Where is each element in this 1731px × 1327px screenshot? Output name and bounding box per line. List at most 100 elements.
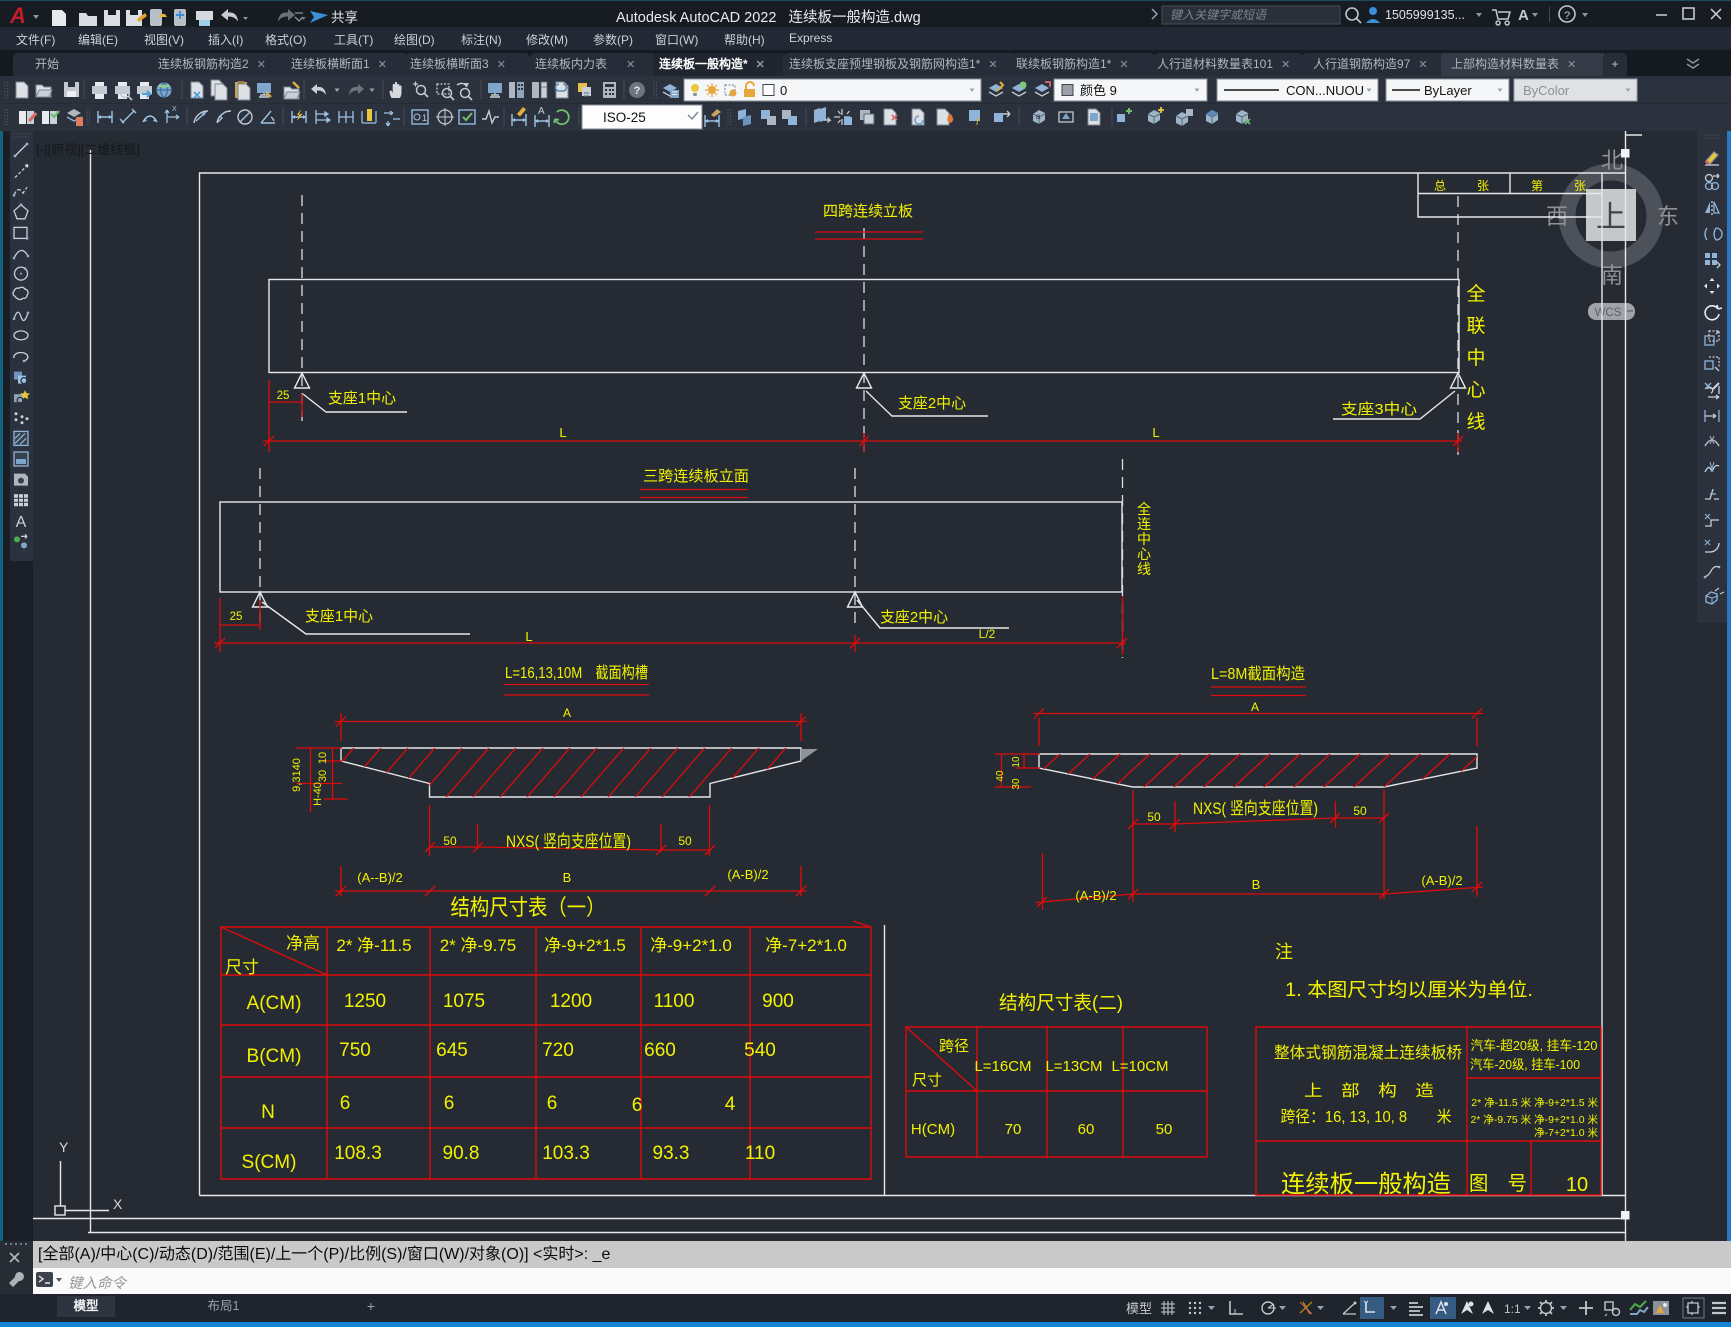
svg-text:N: N xyxy=(261,1102,275,1123)
svg-text:(A-B)/2: (A-B)/2 xyxy=(1075,888,1116,903)
svg-text:心: 心 xyxy=(1137,546,1151,562)
svg-text:S(CM): S(CM) xyxy=(242,1152,297,1173)
svg-text:ByColor: ByColor xyxy=(1523,83,1570,98)
svg-text:张: 张 xyxy=(1574,179,1586,193)
svg-text:A: A xyxy=(538,106,545,117)
svg-text:注: 注 xyxy=(1275,942,1293,962)
svg-text:720: 720 xyxy=(542,1040,574,1061)
svg-text:心: 心 xyxy=(1466,380,1485,401)
svg-text:1075: 1075 xyxy=(443,991,485,1012)
svg-text:汽车-超20级, 挂车-120: 汽车-超20级, 挂车-120 xyxy=(1471,1038,1598,1053)
svg-text:H-40: H-40 xyxy=(312,782,324,806)
svg-text:1250: 1250 xyxy=(344,991,386,1012)
svg-text:L: L xyxy=(525,629,532,644)
svg-text:2* 净-11.5: 2* 净-11.5 xyxy=(336,936,411,955)
svg-text:?: ? xyxy=(1564,10,1570,22)
svg-text:结构尺寸表(二): 结构尺寸表(二) xyxy=(999,992,1123,1014)
svg-text:尺寸: 尺寸 xyxy=(225,958,259,977)
svg-text:1200: 1200 xyxy=(550,991,592,1012)
svg-text:支座2中心: 支座2中心 xyxy=(898,395,966,412)
svg-text:30: 30 xyxy=(317,770,329,782)
svg-text:A: A xyxy=(1251,700,1259,714)
svg-text:跨径：16, 13, 10, 8 米: 跨径：16, 13, 10, 8 米 xyxy=(1281,1108,1452,1126)
svg-text:60: 60 xyxy=(1078,1121,1095,1138)
svg-text:支座2中心: 支座2中心 xyxy=(880,609,948,626)
svg-text:540: 540 xyxy=(744,1040,776,1061)
svg-text:L=8M截面构造: L=8M截面构造 xyxy=(1211,665,1305,683)
svg-text:图 号: 图 号 xyxy=(1469,1173,1527,1195)
svg-text:总: 总 xyxy=(1434,179,1446,193)
svg-text:93.3: 93.3 xyxy=(653,1143,690,1164)
svg-text:A: A xyxy=(16,514,27,531)
svg-text:B(CM): B(CM) xyxy=(247,1046,302,1067)
svg-text:中: 中 xyxy=(1466,347,1485,369)
svg-text:支座1中心: 支座1中心 xyxy=(305,608,373,625)
svg-text:1: 1 xyxy=(422,113,427,123)
svg-text:10: 10 xyxy=(317,752,329,764)
svg-text:H(CM): H(CM) xyxy=(911,1121,955,1138)
svg-text:模型: 模型 xyxy=(1126,1301,1152,1316)
svg-text:上 部 构 造: 上 部 构 造 xyxy=(1304,1082,1434,1100)
svg-text:750: 750 xyxy=(339,1040,371,1061)
svg-text:A: A xyxy=(1518,7,1529,24)
svg-text:10: 10 xyxy=(1566,1174,1588,1196)
svg-text:净-9+2*1.0: 净-9+2*1.0 xyxy=(650,936,732,955)
svg-text:4: 4 xyxy=(725,1094,736,1115)
svg-text:2* 净-11.5 米 净-9+2*1.5 米: 2* 净-11.5 米 净-9+2*1.5 米 xyxy=(1471,1096,1598,1109)
svg-text:净高: 净高 xyxy=(286,934,320,953)
svg-text:ByLayer: ByLayer xyxy=(1424,83,1472,98)
svg-text:东: 东 xyxy=(1657,204,1679,229)
svg-text:ISO-25: ISO-25 xyxy=(603,110,646,125)
svg-text:汽车-20级, 挂车-100: 汽车-20级, 挂车-100 xyxy=(1470,1057,1580,1072)
svg-text:净-7+2*1.0: 净-7+2*1.0 xyxy=(765,936,847,955)
svg-text:X: X xyxy=(172,106,177,113)
svg-text:张: 张 xyxy=(1477,179,1489,193)
svg-text:40: 40 xyxy=(995,770,1006,782)
svg-text:6: 6 xyxy=(444,1093,455,1114)
svg-text:6: 6 xyxy=(340,1093,351,1114)
svg-text:A: A xyxy=(9,3,26,28)
svg-text:2* 净-9.75: 2* 净-9.75 xyxy=(440,936,517,955)
svg-text:连续板一般构造: 连续板一般构造 xyxy=(1281,1171,1451,1198)
svg-text:70: 70 xyxy=(1005,1121,1022,1138)
svg-text:X: X xyxy=(113,1196,123,1212)
svg-text:第: 第 xyxy=(1531,179,1543,193)
svg-text:CON...NUOU: CON...NUOU xyxy=(1286,83,1364,98)
svg-text:50: 50 xyxy=(678,834,692,848)
svg-text:A: A xyxy=(563,706,571,720)
svg-text:10: 10 xyxy=(1011,756,1022,768)
svg-text:L/2: L/2 xyxy=(979,627,996,641)
svg-text:净-7+2*1.0 米: 净-7+2*1.0 米 xyxy=(1534,1126,1598,1139)
svg-text:NXS( 竖向支座位置): NXS( 竖向支座位置) xyxy=(506,832,631,851)
svg-text:北: 北 xyxy=(1601,148,1623,173)
svg-text:L: L xyxy=(1152,425,1159,440)
svg-text:Y: Y xyxy=(59,1139,69,1155)
svg-text:6: 6 xyxy=(632,1095,643,1116)
svg-text:(A-B)/2: (A-B)/2 xyxy=(727,867,768,882)
svg-text:L=16CM: L=16CM xyxy=(974,1058,1031,1075)
svg-text:支座3中心: 支座3中心 xyxy=(1341,401,1417,418)
svg-text:2* 净-9.75 米 净-9+2*1.0 米: 2* 净-9.75 米 净-9+2*1.0 米 xyxy=(1470,1113,1598,1126)
svg-text:(A-B)/2: (A-B)/2 xyxy=(1421,873,1462,888)
svg-text:连: 连 xyxy=(1137,516,1151,532)
svg-text:中: 中 xyxy=(1137,531,1151,547)
svg-text:全: 全 xyxy=(1466,283,1485,305)
svg-text:103.3: 103.3 xyxy=(542,1143,590,1164)
svg-text:1505999135...: 1505999135... xyxy=(1385,8,1465,22)
svg-text:跨径: 跨径 xyxy=(939,1038,969,1055)
svg-text:110: 110 xyxy=(745,1143,775,1164)
svg-text:联: 联 xyxy=(1466,315,1485,337)
svg-text:50: 50 xyxy=(443,834,457,848)
svg-text:支座1中心: 支座1中心 xyxy=(328,390,396,407)
svg-text:660: 660 xyxy=(644,1040,676,1061)
svg-text:1. 本图尺寸均以厘米为单位.: 1. 本图尺寸均以厘米为单位. xyxy=(1285,979,1533,1001)
svg-text:1100: 1100 xyxy=(654,991,695,1012)
svg-text:a: a xyxy=(1036,112,1041,121)
svg-text:共享: 共享 xyxy=(331,9,358,25)
svg-text:25: 25 xyxy=(277,390,290,402)
svg-text:键入关键字或短语: 键入关键字或短语 xyxy=(1170,8,1268,22)
svg-text:B: B xyxy=(1252,877,1261,892)
svg-text:645: 645 xyxy=(436,1040,468,1061)
svg-text:90.8: 90.8 xyxy=(443,1143,480,1164)
svg-text:颜色 9: 颜色 9 xyxy=(1080,83,1117,98)
